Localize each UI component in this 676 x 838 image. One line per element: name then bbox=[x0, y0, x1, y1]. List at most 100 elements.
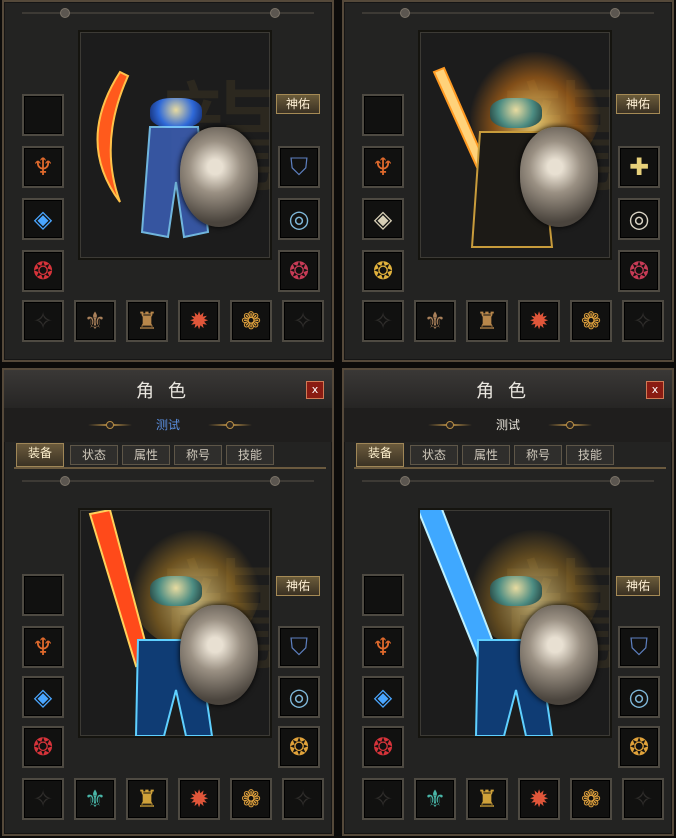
character-name: 测试 bbox=[155, 418, 180, 432]
gem-icon[interactable]: ✹ bbox=[518, 300, 560, 342]
boots-icon[interactable]: ♜ bbox=[126, 300, 168, 342]
belt-icon[interactable]: ⚜ bbox=[414, 778, 456, 820]
boots-icon[interactable]: ♜ bbox=[466, 300, 508, 342]
tab-attributes[interactable]: 属性 bbox=[122, 445, 170, 465]
necklace-icon[interactable]: ♆ bbox=[22, 146, 64, 188]
slot-empty[interactable]: ✧ bbox=[622, 778, 664, 820]
tab-status[interactable]: 状态 bbox=[70, 445, 118, 465]
slot-empty[interactable]: ✧ bbox=[282, 300, 324, 342]
necklace-icon[interactable]: ♆ bbox=[362, 146, 404, 188]
character-preview[interactable]: 龍 bbox=[78, 30, 272, 260]
character-preview[interactable]: 龍 bbox=[78, 508, 272, 738]
slot-empty[interactable]: ✧ bbox=[362, 300, 404, 342]
shenyou-button[interactable]: 神佑 bbox=[616, 94, 660, 114]
ring-icon[interactable]: ❂ bbox=[22, 726, 64, 768]
bracer-icon[interactable]: ◎ bbox=[278, 198, 320, 240]
boots-icon[interactable]: ♜ bbox=[466, 778, 508, 820]
medal-icon[interactable]: ❁ bbox=[570, 300, 612, 342]
tab-status[interactable]: 状态 bbox=[410, 445, 458, 465]
divider-knob-icon bbox=[270, 476, 280, 486]
divider-knob-icon bbox=[60, 476, 70, 486]
ring-icon[interactable]: ❂ bbox=[362, 726, 404, 768]
ring-icon[interactable]: ❂ bbox=[618, 726, 660, 768]
horned-shield-icon bbox=[520, 127, 598, 227]
medal-icon[interactable]: ❁ bbox=[230, 300, 272, 342]
tab-titles[interactable]: 称号 bbox=[174, 445, 222, 465]
slot-empty[interactable] bbox=[362, 574, 404, 616]
tab-equipment[interactable]: 装备 bbox=[356, 443, 404, 467]
divider-knob-icon bbox=[610, 476, 620, 486]
slot-empty[interactable]: ✧ bbox=[282, 778, 324, 820]
slot-empty[interactable] bbox=[22, 574, 64, 616]
close-button[interactable]: x bbox=[306, 381, 324, 399]
bracer-icon[interactable]: ◎ bbox=[618, 198, 660, 240]
bracelet-icon[interactable]: ◈ bbox=[22, 198, 64, 240]
close-button[interactable]: x bbox=[646, 381, 664, 399]
character-preview[interactable]: 龍 bbox=[418, 508, 612, 738]
slot-empty[interactable]: ✧ bbox=[622, 300, 664, 342]
gem-icon[interactable]: ✹ bbox=[178, 778, 220, 820]
gem-icon[interactable]: ✹ bbox=[518, 778, 560, 820]
cross-icon[interactable]: ✚ bbox=[618, 146, 660, 188]
slot-empty[interactable]: ✧ bbox=[22, 778, 64, 820]
boots-icon[interactable]: ♜ bbox=[126, 778, 168, 820]
ring-icon[interactable]: ❂ bbox=[618, 250, 660, 292]
equipment-area: 龍 ♆ ◈ ❂ 神佑 ⛉ ◎ ❂ ✧ ⚜ ♜ ✹ ❁ ✧ bbox=[4, 2, 332, 360]
shenyou-button[interactable]: 神佑 bbox=[276, 576, 320, 596]
equipment-area: 龍 ♆ ◈ ❂ 神佑 ⛉ ◎ ❂ ✧ ⚜ ♜ ✹ ❁ ✧ bbox=[4, 470, 332, 834]
helmet-slot-icon[interactable]: ⛉ bbox=[618, 626, 660, 668]
shenyou-button[interactable]: 神佑 bbox=[616, 576, 660, 596]
window-title: 角色 bbox=[476, 381, 540, 402]
window-titlebar[interactable]: 角色 x bbox=[344, 370, 672, 409]
helmet-slot-icon[interactable]: ⛉ bbox=[278, 146, 320, 188]
character-name: 测试 bbox=[495, 418, 520, 432]
slot-empty[interactable] bbox=[362, 94, 404, 136]
tab-equipment[interactable]: 装备 bbox=[16, 443, 64, 467]
bracelet-icon[interactable]: ◈ bbox=[22, 676, 64, 718]
tab-skills[interactable]: 技能 bbox=[226, 445, 274, 465]
helmet-slot-icon[interactable]: ⛉ bbox=[278, 626, 320, 668]
equipment-area: 龍 ♆ ◈ ❂ 神佑 ✚ ◎ ❂ ✧ ⚜ ♜ ✹ ❁ ✧ bbox=[344, 2, 672, 360]
divider-knob-icon bbox=[60, 8, 70, 18]
belt-icon[interactable]: ⚜ bbox=[414, 300, 456, 342]
character-panel-4: 角色 x 测试 装备 状态 属性 称号 技能 龍 ♆ bbox=[342, 368, 674, 836]
tab-bar: 装备 状态 属性 称号 技能 bbox=[354, 443, 666, 469]
horned-shield-icon bbox=[180, 605, 258, 705]
character-panel-3: 角色 x 测试 装备 状态 属性 称号 技能 龍 ♆ ◈ bbox=[2, 368, 334, 836]
medal-icon[interactable]: ❁ bbox=[570, 778, 612, 820]
divider-knob-icon bbox=[610, 8, 620, 18]
character-panel-2: 龍 ♆ ◈ ❂ 神佑 ✚ ◎ ❂ ✧ ⚜ ♜ ✹ ❁ ✧ bbox=[342, 0, 674, 362]
window-title: 角色 bbox=[136, 381, 200, 402]
ring-icon[interactable]: ❂ bbox=[362, 250, 404, 292]
gem-icon[interactable]: ✹ bbox=[178, 300, 220, 342]
slot-empty[interactable]: ✧ bbox=[362, 778, 404, 820]
shenyou-button[interactable]: 神佑 bbox=[276, 94, 320, 114]
necklace-icon[interactable]: ♆ bbox=[22, 626, 64, 668]
character-name-bar: 测试 bbox=[4, 408, 332, 442]
necklace-icon[interactable]: ♆ bbox=[362, 626, 404, 668]
ring-icon[interactable]: ❂ bbox=[278, 726, 320, 768]
character-panel-1: 龍 ♆ ◈ ❂ 神佑 ⛉ ◎ ❂ ✧ ⚜ ♜ ✹ ❁ ✧ bbox=[2, 0, 334, 362]
character-preview[interactable]: 龍 bbox=[418, 30, 612, 260]
ring-icon[interactable]: ❂ bbox=[22, 250, 64, 292]
slot-empty[interactable] bbox=[22, 94, 64, 136]
ornament-right-icon bbox=[208, 421, 252, 429]
medal-icon[interactable]: ❁ bbox=[230, 778, 272, 820]
window-titlebar[interactable]: 角色 x bbox=[4, 370, 332, 409]
slot-empty[interactable]: ✧ bbox=[22, 300, 64, 342]
horned-shield-icon bbox=[520, 605, 598, 705]
bracer-icon[interactable]: ◎ bbox=[278, 676, 320, 718]
ring-icon[interactable]: ❂ bbox=[278, 250, 320, 292]
belt-icon[interactable]: ⚜ bbox=[74, 778, 116, 820]
bracelet-icon[interactable]: ◈ bbox=[362, 676, 404, 718]
tab-skills[interactable]: 技能 bbox=[566, 445, 614, 465]
ornament-right-icon bbox=[548, 421, 592, 429]
bracelet-icon[interactable]: ◈ bbox=[362, 198, 404, 240]
tab-bar: 装备 状态 属性 称号 技能 bbox=[14, 443, 326, 469]
tab-titles[interactable]: 称号 bbox=[514, 445, 562, 465]
bracer-icon[interactable]: ◎ bbox=[618, 676, 660, 718]
horned-shield-icon bbox=[180, 127, 258, 227]
divider-knob-icon bbox=[400, 476, 410, 486]
tab-attributes[interactable]: 属性 bbox=[462, 445, 510, 465]
belt-icon[interactable]: ⚜ bbox=[74, 300, 116, 342]
